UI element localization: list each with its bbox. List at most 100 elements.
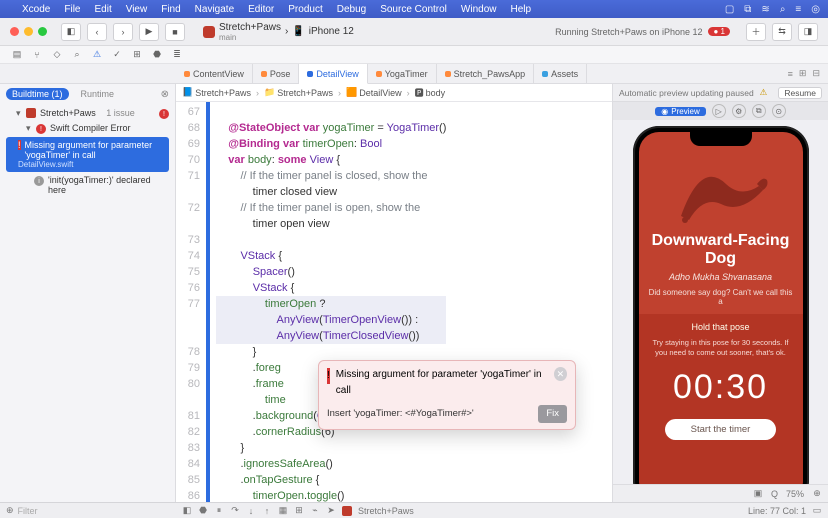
filter-field[interactable]: Filter [18,506,38,516]
code-area[interactable]: 6768697071727374757677787980818283848586… [176,102,612,502]
menu-view[interactable]: View [126,4,148,15]
timer-heading: Hold that pose [691,322,749,332]
memory-graph-icon[interactable]: ⊞ [294,506,304,516]
env-overrides-icon[interactable]: ⌁ [310,506,320,516]
adjust-editor-icon[interactable]: ⊞ [799,68,807,79]
nav-back-button[interactable]: ‹ [87,23,107,41]
live-preview-icon[interactable]: ▷ [712,104,726,118]
debug-toggle-icon[interactable]: ◧ [182,506,192,516]
stop-button[interactable]: ■ [165,23,185,41]
project-issue-group[interactable]: ▾ Stretch+Paws 1 issue ! [4,106,171,121]
project-navigator-icon[interactable]: ▤ [10,48,24,62]
menu-debug[interactable]: Debug [337,4,366,15]
device-frame: Downward-Facing Dog Adho Mukha Shvanasan… [633,126,809,484]
window-minimize-button[interactable] [24,27,33,36]
menu-navigate[interactable]: Navigate [195,4,234,15]
menu-file[interactable]: File [64,4,80,15]
wifi-icon[interactable]: ≋ [761,4,769,15]
source-control-navigator-icon[interactable]: ⑂ [30,48,44,62]
fixit-message: Missing argument for parameter 'yogaTime… [336,367,548,399]
selected-error-item[interactable]: ! Missing argument for parameter 'yogaTi… [6,137,169,172]
window-zoom-button[interactable] [38,27,47,36]
canvas-zoom-in-icon[interactable]: ⊕ [812,489,822,499]
process-name[interactable]: Stretch+Paws [358,506,414,516]
find-navigator-icon[interactable]: ⌕ [70,48,84,62]
toggle-bottom-panel-icon[interactable]: ▭ [812,506,822,516]
error-note-item[interactable]: i 'init(yogaTimer:)' declared here [4,173,171,197]
buildtime-tab[interactable]: Buildtime (1) [6,88,69,100]
toggle-code-review-button[interactable]: ⇆ [772,23,792,41]
step-out-icon[interactable]: ↑ [262,506,272,516]
canvas-zoom-percent[interactable]: 75% [786,489,804,499]
toggle-inspectors-button[interactable]: ◨ [798,23,818,41]
app-preview-screen[interactable]: Downward-Facing Dog Adho Mukha Shvanasan… [639,132,803,484]
tab-assets[interactable]: Assets [534,64,587,83]
fixit-close-button[interactable]: ✕ [554,367,567,381]
add-editor-icon[interactable]: ⊟ [812,68,820,79]
battery-icon: ▢ [725,4,734,15]
tab-contentview[interactable]: ContentView [176,64,253,83]
navigator-filter-clear-icon[interactable]: ⊗ [161,89,169,100]
preview-resume-button[interactable]: Resume [778,87,822,99]
step-over-icon[interactable]: ↷ [230,506,240,516]
menu-find[interactable]: Find [161,4,180,15]
error-icon: ! [36,124,46,134]
menu-source-control[interactable]: Source Control [380,4,447,15]
timer-tip: Try staying in this pose for 30 seconds.… [649,338,793,358]
timer-panel: Hold that pose Try staying in this pose … [639,314,803,484]
device-settings-icon[interactable]: ⚙ [732,104,746,118]
filter-icon[interactable]: ⊕ [6,505,14,516]
issue-navigator-icon[interactable]: ⚠ [90,48,104,62]
pose-subtitle: Adho Mukha Shvanasana [669,272,772,282]
preview-canvas: Automatic preview updating paused ⚠︎ Res… [612,84,828,502]
breakpoint-navigator-icon[interactable]: ⬣ [150,48,164,62]
breadcrumb[interactable]: 📘Stretch+Paws› 📁Stretch+Paws› 🟧DetailVie… [176,84,612,102]
debug-navigator-icon[interactable]: ⊞ [130,48,144,62]
toggle-navigator-button[interactable]: ◧ [61,23,81,41]
error-count-badge[interactable]: ● 1 [708,27,730,36]
window-close-button[interactable] [10,27,19,36]
continue-icon[interactable]: ⏸ [214,506,224,516]
scheme-branch: main [219,33,281,42]
tab-detailview[interactable]: DetailView [299,64,367,84]
step-into-icon[interactable]: ↓ [246,506,256,516]
screen-share-icon[interactable]: ⧉ [744,4,751,15]
library-add-button[interactable]: ＋ [746,23,766,41]
test-navigator-icon[interactable]: ✓ [110,48,124,62]
control-center-icon[interactable]: ≡ [795,4,801,15]
tab-stretchpawsapp[interactable]: Stretch_PawsApp [437,64,535,83]
pose-illustration [671,150,771,226]
preview-inspect-icon[interactable]: ⊙ [772,104,786,118]
menu-edit[interactable]: Edit [94,4,111,15]
duplicate-preview-icon[interactable]: ⧉ [752,104,766,118]
fixit-insert-text: Insert 'yogaTimer: <#YogaTimer#>' [327,406,474,422]
report-navigator-icon[interactable]: ≣ [170,48,184,62]
fixit-popover: ! Missing argument for parameter 'yogaTi… [318,360,576,430]
compiler-error-group[interactable]: ▾ ! Swift Compiler Error [4,121,171,136]
fixit-apply-button[interactable]: Fix [538,405,567,423]
menu-product[interactable]: Product [288,4,322,15]
spotlight-icon[interactable]: ⌕ [780,4,786,15]
runtime-tab[interactable]: Runtime [75,88,121,100]
nav-forward-button[interactable]: › [113,23,133,41]
canvas-zoom-out-icon[interactable]: ▣ [753,489,763,499]
menu-window[interactable]: Window [461,4,497,15]
pose-title: Downward-Facing Dog [639,232,803,268]
tab-yogatimer[interactable]: YogaTimer [368,64,437,83]
menu-xcode[interactable]: Xcode [22,4,50,15]
device-notch [690,132,752,146]
scheme-device-icon: 📱 [292,26,304,37]
editor-options-icon[interactable]: ≡ [788,69,793,79]
run-button[interactable]: ▶ [139,23,159,41]
preview-mode-button[interactable]: ◉ Preview [655,107,705,116]
symbol-navigator-icon[interactable]: ◇ [50,48,64,62]
start-timer-button[interactable]: Start the timer [665,419,777,440]
tab-pose[interactable]: Pose [253,64,300,83]
breakpoints-icon[interactable]: ⬣ [198,506,208,516]
scheme-selector[interactable]: Stretch+Paws main › 📱 iPhone 12 [203,22,354,42]
siri-icon[interactable]: ◎ [811,4,820,15]
menu-help[interactable]: Help [510,4,531,15]
view-debug-icon[interactable]: ▦ [278,506,288,516]
location-icon[interactable]: ➤ [326,506,336,516]
menu-editor[interactable]: Editor [248,4,274,15]
